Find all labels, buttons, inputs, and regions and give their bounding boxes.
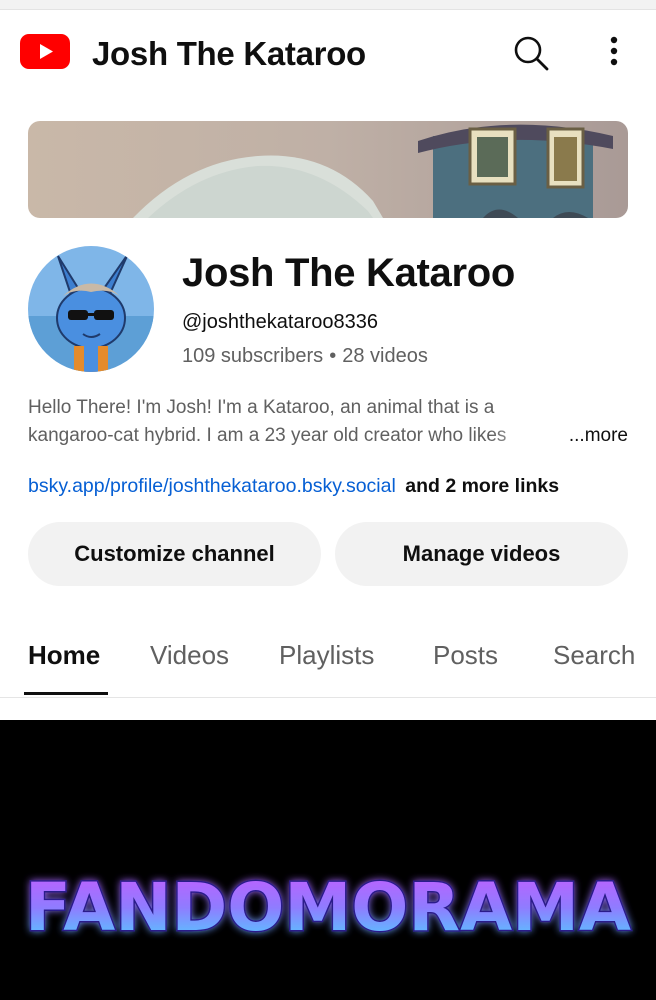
more-links-button[interactable]: and 2 more links: [405, 475, 559, 497]
search-icon[interactable]: [510, 32, 552, 74]
tab-playlists[interactable]: Playlists: [279, 638, 374, 672]
video-count: 28 videos: [342, 345, 428, 367]
channel-handle: @joshthekataroo8336: [182, 311, 378, 333]
status-strip: [0, 0, 656, 10]
channel-avatar[interactable]: [28, 246, 154, 372]
tab-home[interactable]: Home: [28, 638, 100, 672]
customize-channel-button[interactable]: Customize channel: [28, 522, 321, 586]
tab-posts[interactable]: Posts: [433, 638, 498, 672]
featured-video-thumbnail: FANDOMORAMA: [0, 720, 656, 1000]
featured-video[interactable]: FANDOMORAMA: [0, 720, 656, 1000]
channel-tabs: Home Videos Playlists Posts Search: [0, 620, 656, 698]
tab-videos[interactable]: Videos: [150, 638, 229, 672]
youtube-logo-icon[interactable]: [20, 34, 70, 69]
active-tab-indicator: [24, 692, 108, 695]
channel-links: bsky.app/profile/joshthekataroo.bsky.soc…: [28, 472, 559, 500]
tab-search[interactable]: Search: [553, 638, 635, 672]
channel-banner: [28, 121, 628, 218]
stats-separator: •: [329, 345, 337, 367]
more-button[interactable]: ...more: [562, 422, 628, 450]
top-app-bar: Josh The Kataroo: [0, 10, 656, 96]
description-line-1: Hello There! I'm Josh! I'm a Kataroo, an…: [28, 397, 495, 418]
fandomorama-logo-text: FANDOMORAMA: [25, 869, 631, 946]
app-bar-title: Josh The Kataroo: [92, 35, 366, 72]
description-line-2: kangaroo-cat hybrid. I am a 23 year old …: [28, 422, 628, 450]
manage-videos-button[interactable]: Manage videos: [335, 522, 628, 586]
more-vertical-icon[interactable]: [598, 32, 630, 74]
channel-name: Josh The Kataroo: [182, 251, 516, 295]
channel-stats[interactable]: 109 subscribers • 28 videos: [182, 343, 428, 369]
channel-description[interactable]: Hello There! I'm Josh! I'm a Kataroo, an…: [28, 394, 628, 450]
channel-link[interactable]: bsky.app/profile/joshthekataroo.bsky.soc…: [28, 475, 396, 497]
subscriber-count: 109 subscribers: [182, 345, 324, 367]
